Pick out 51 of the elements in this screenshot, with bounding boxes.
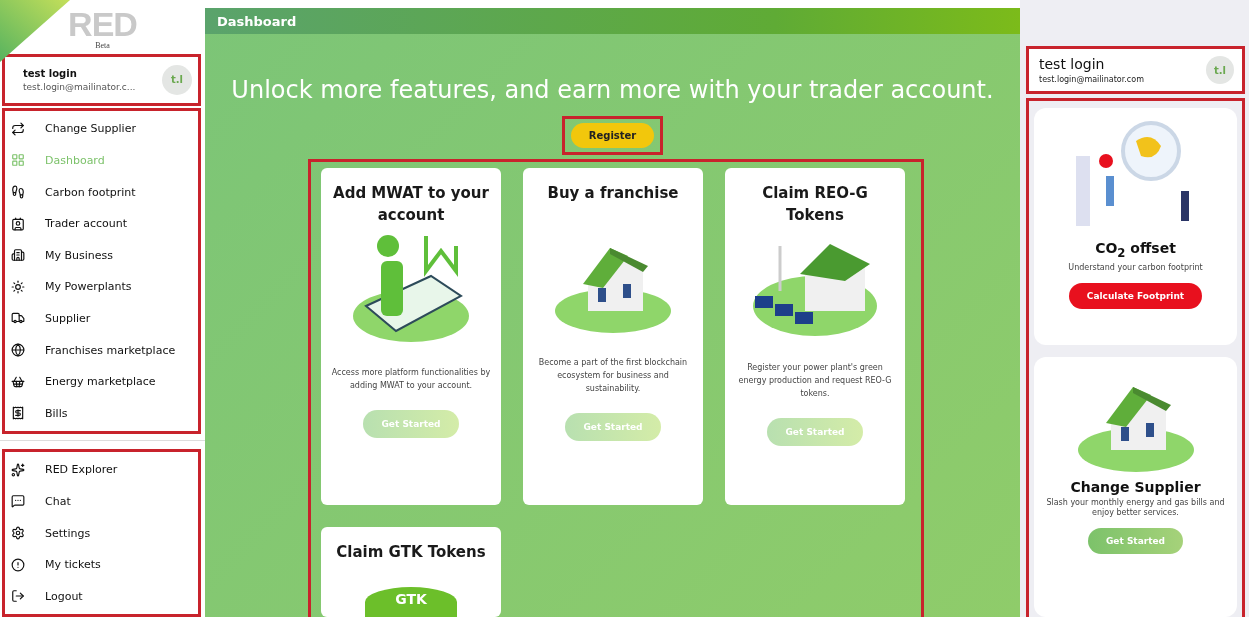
- nav-item[interactable]: Bills: [5, 397, 198, 430]
- nav-icon: [11, 526, 25, 540]
- nav-item[interactable]: RED Explorer: [5, 454, 198, 486]
- nav-item[interactable]: Energy marketplace: [5, 365, 198, 398]
- card-title: Claim REO-G Tokens: [761, 183, 869, 226]
- nav-item[interactable]: Supplier: [5, 302, 198, 335]
- register-button[interactable]: Register: [570, 123, 655, 148]
- corner-decoration: [0, 0, 70, 62]
- nav-item[interactable]: Settings: [5, 517, 198, 549]
- nav-icon: [11, 494, 25, 509]
- card-title: Change Supplier: [1070, 479, 1201, 495]
- nav-icon: [11, 216, 25, 231]
- nav-item[interactable]: Trader account: [5, 207, 198, 240]
- calculate-footprint-button[interactable]: Calculate Footprint: [1068, 282, 1203, 309]
- card-description: Become a part of the first blockchain ecosystem for business and sustainability.: [537, 357, 689, 395]
- nav-item[interactable]: Carbon footprint: [5, 176, 198, 208]
- nav-icon: [11, 343, 25, 358]
- user-name: test login: [1039, 56, 1106, 72]
- nav-icon: [11, 279, 25, 294]
- nav-icon: [11, 185, 25, 200]
- token-badge: GTK: [365, 587, 457, 617]
- card-description: Register your power plant's green energy production and request REO-G tokens.: [737, 362, 893, 400]
- user-name: test login: [23, 67, 78, 79]
- nav-icon: [11, 406, 25, 421]
- nav-item[interactable]: Chat: [5, 485, 198, 518]
- nav-item[interactable]: My tickets: [5, 548, 198, 581]
- nav-item[interactable]: My Powerplants: [5, 271, 198, 303]
- user-email: test.login@mailinator.c...: [23, 81, 136, 92]
- nav-item[interactable]: Logout: [5, 580, 198, 612]
- promo-headline: Unlock more features, and earn more with your trader account.: [230, 76, 995, 104]
- card-description: Slash your monthly energy and gas bills and enjoy better services.: [1045, 498, 1226, 518]
- nav-icon: [11, 153, 25, 168]
- nav-item[interactable]: Franchises marketplace: [5, 334, 198, 366]
- user-email: test.login@mailinator.com: [1039, 75, 1144, 84]
- nav-icon: [11, 462, 25, 477]
- nav-icon: [11, 589, 25, 604]
- nav-icon: [11, 311, 25, 326]
- card-description: Understand your carbon footprint: [1067, 262, 1204, 273]
- card-description: Access more platform functionalities by adding MWAT to your account.: [331, 367, 491, 392]
- card-title: Buy a franchise: [547, 183, 679, 204]
- nav-item[interactable]: Change Supplier: [5, 113, 198, 145]
- card-title: CO$_{2}$ offset: [1095, 240, 1176, 260]
- nav-icon: [11, 557, 25, 572]
- nav-icon: [11, 121, 25, 136]
- beta-label: Beta: [95, 40, 110, 50]
- card-title: Claim GTK Tokens: [336, 542, 486, 563]
- card-title: Add MWAT to your account: [332, 183, 490, 226]
- page-header: Dashboard: [205, 8, 1020, 34]
- nav-icon: [11, 248, 25, 263]
- nav-icon: [11, 374, 25, 389]
- nav-item[interactable]: My Business: [5, 239, 198, 272]
